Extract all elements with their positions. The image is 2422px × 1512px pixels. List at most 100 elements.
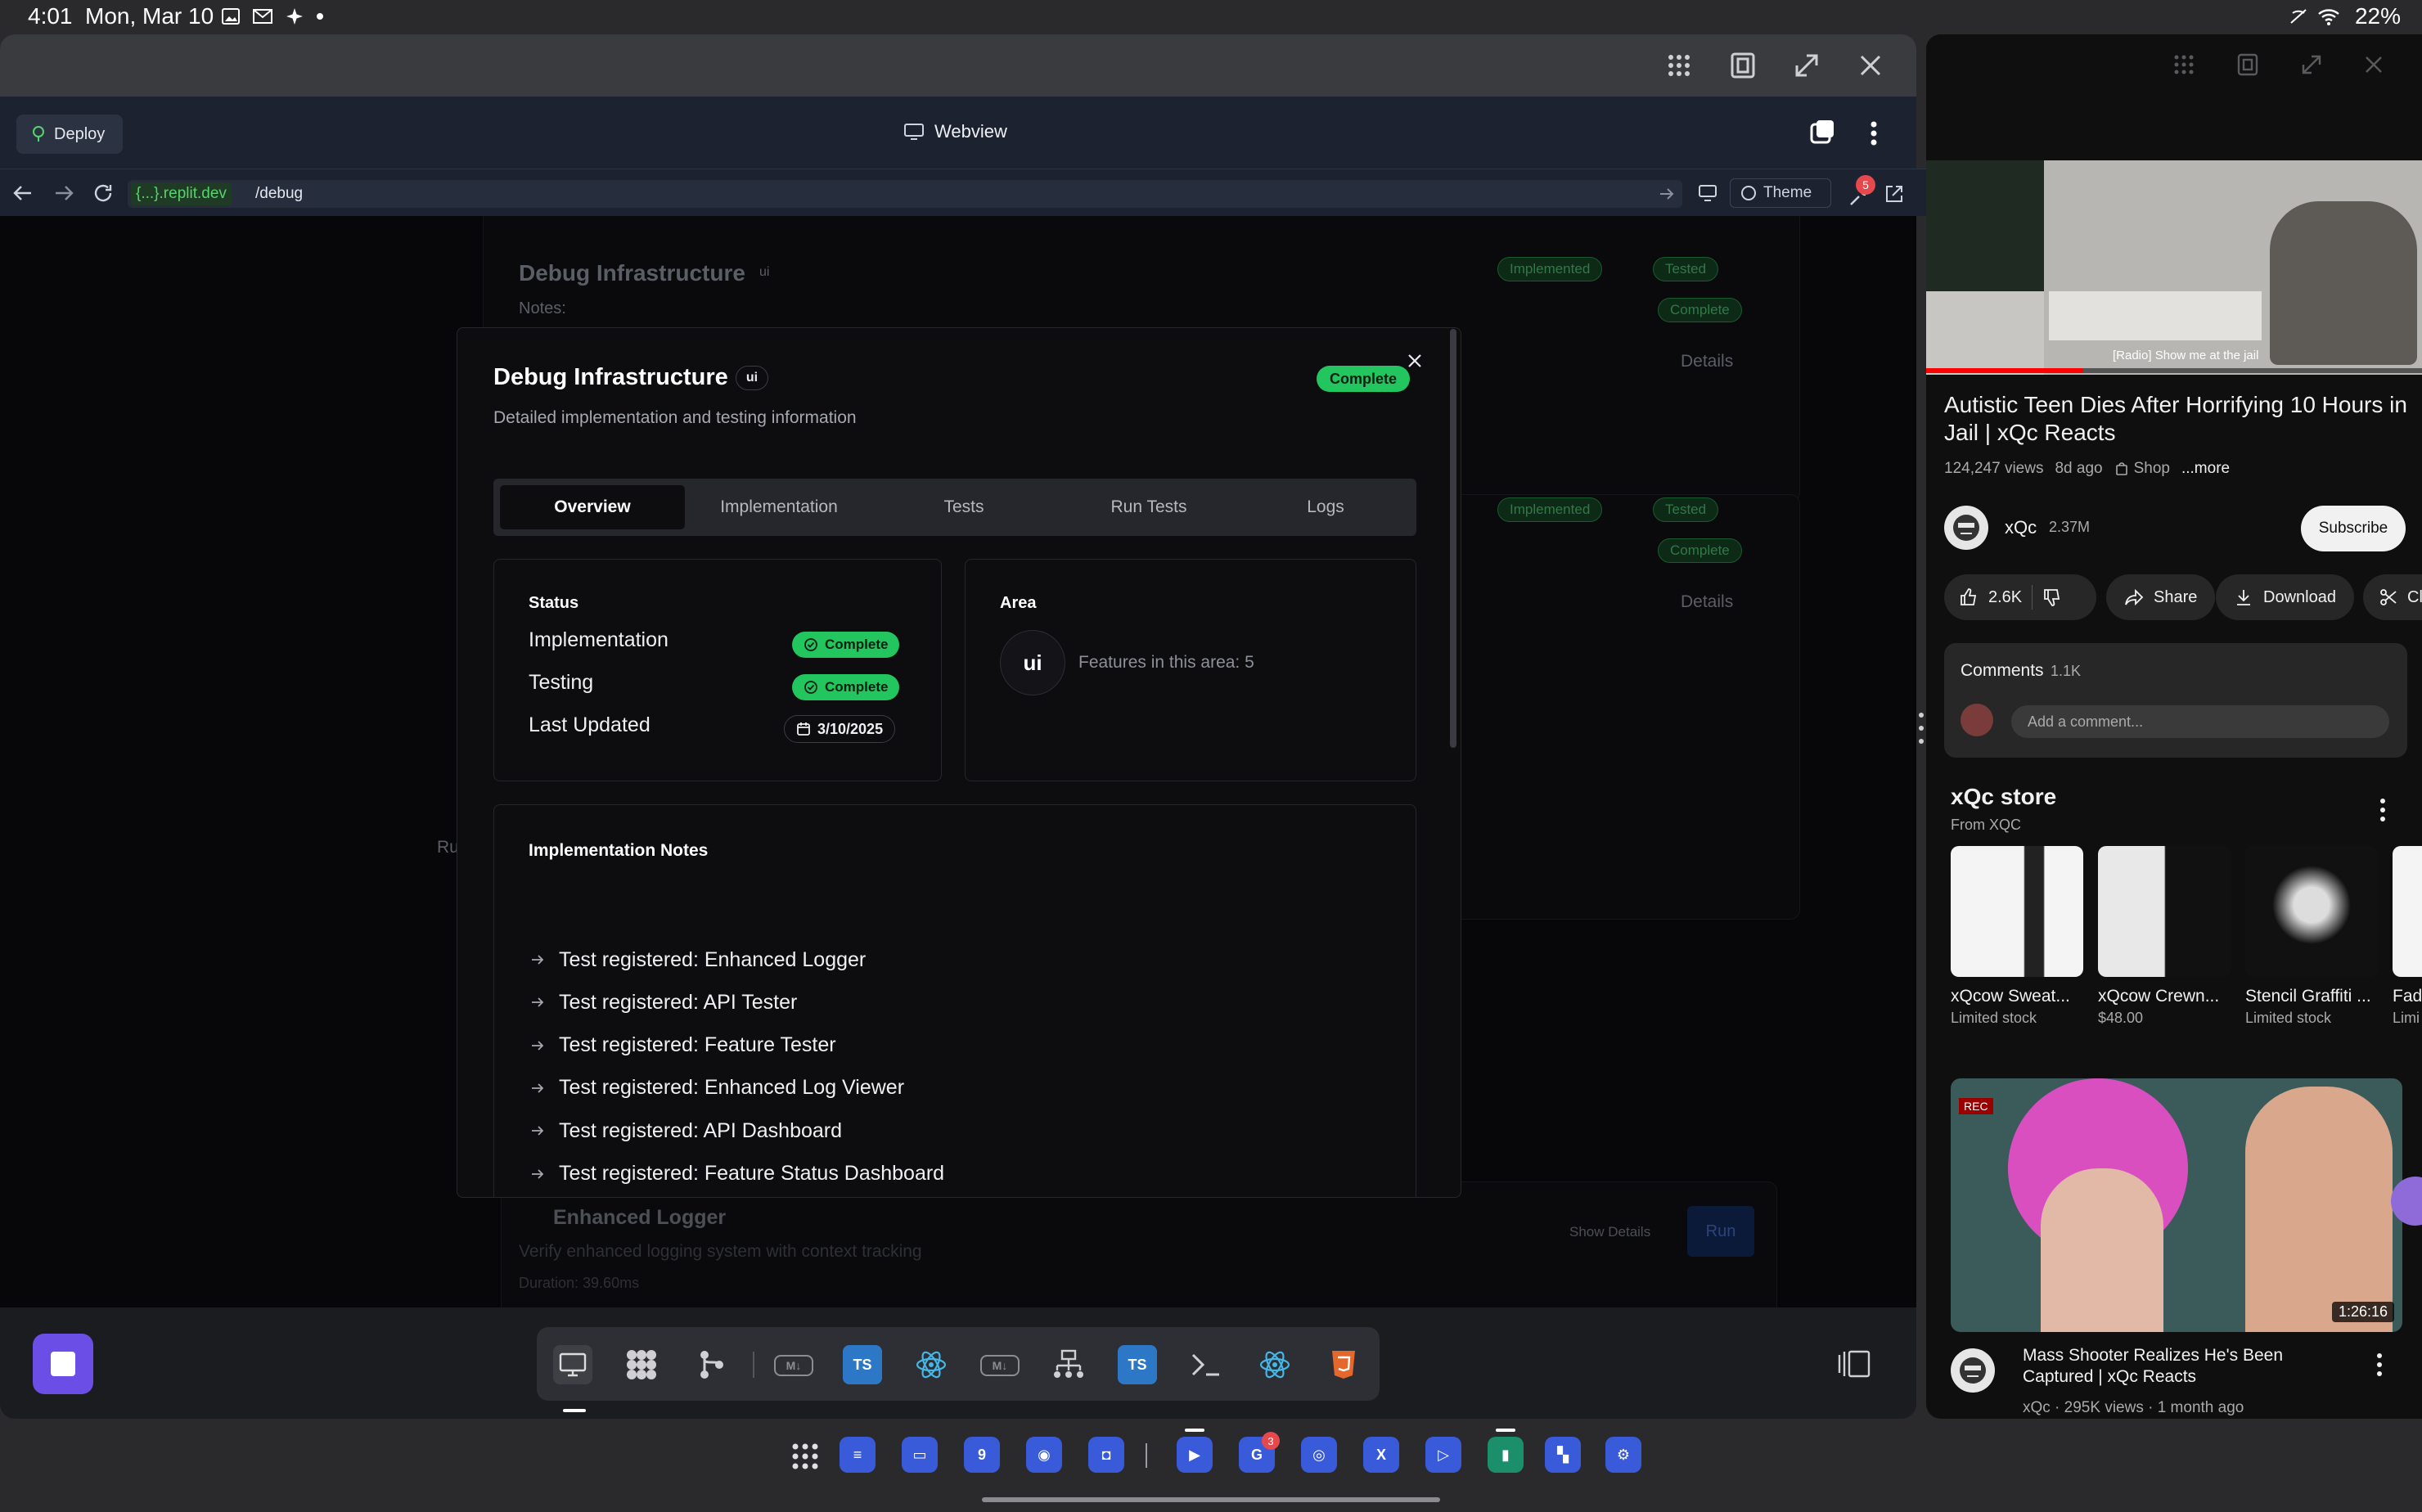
panel-toggle-icon[interactable] xyxy=(1836,1348,1872,1379)
stop-button[interactable] xyxy=(33,1334,93,1394)
git-tool-icon[interactable] xyxy=(692,1345,732,1384)
shell-tool-icon[interactable] xyxy=(1186,1345,1226,1384)
comment-input[interactable]: Add a comment... xyxy=(2011,705,2389,738)
apps-grid-icon-2[interactable] xyxy=(2172,52,2196,77)
tab-overview[interactable]: Overview xyxy=(500,485,685,529)
react-file-icon[interactable] xyxy=(912,1345,951,1384)
webview-tool-icon[interactable] xyxy=(553,1345,592,1384)
product-card[interactable]: Fad Limi xyxy=(2393,846,2422,1027)
run-button[interactable]: Run xyxy=(1687,1206,1754,1257)
react-file-icon-2[interactable] xyxy=(1255,1345,1294,1384)
app-drawer-icon[interactable] xyxy=(789,1440,822,1473)
notes-app-icon[interactable]: ≡ xyxy=(840,1437,876,1473)
subscribe-button[interactable]: Subscribe xyxy=(2301,506,2406,551)
product-card[interactable]: xQcow Crewn... $48.00 xyxy=(2098,846,2231,1027)
maximize-icon[interactable] xyxy=(1792,51,1821,80)
channel-avatar[interactable] xyxy=(1944,506,1988,550)
like-dislike-group[interactable]: 2.6K xyxy=(1944,574,2096,620)
devices-icon[interactable] xyxy=(1697,183,1718,203)
product-name: Fad xyxy=(2393,987,2422,1006)
typescript-file-icon[interactable]: TS xyxy=(843,1345,882,1384)
details-link[interactable]: Details xyxy=(1681,352,1733,371)
x-app-icon[interactable]: X xyxy=(1363,1437,1399,1473)
calendar-icon xyxy=(797,722,810,736)
go-arrow-icon[interactable] xyxy=(1658,185,1676,203)
area-heading: Area xyxy=(1000,594,1037,612)
comments-panel[interactable]: Comments 1.1K Add a comment... xyxy=(1944,643,2407,758)
tab-logs[interactable]: Logs xyxy=(1241,485,1410,529)
channel-name[interactable]: xQc xyxy=(2005,517,2037,538)
markdown-file-icon[interactable]: M↓ xyxy=(774,1355,813,1376)
split-view-icon[interactable] xyxy=(1728,51,1758,80)
shop-link[interactable]: Shop xyxy=(2114,460,2170,478)
apps-grid-icon[interactable] xyxy=(1664,51,1694,80)
tasks-app-icon[interactable]: ▚ xyxy=(1545,1437,1581,1473)
thumbs-up-icon[interactable] xyxy=(1959,587,1979,607)
typescript-file-icon-2[interactable]: TS xyxy=(1118,1345,1157,1384)
devtools-button[interactable]: 5 xyxy=(1844,175,1875,209)
next-video-thumbnail[interactable]: REC 1:26:16 xyxy=(1951,1078,2402,1332)
run-label: Run xyxy=(1705,1222,1736,1240)
deploy-button[interactable]: Deploy xyxy=(16,115,123,154)
settings-app-icon[interactable]: ⚙ xyxy=(1605,1437,1641,1473)
split-view-icon-2[interactable] xyxy=(2235,52,2260,77)
reload-icon[interactable] xyxy=(92,182,115,205)
feature-card-badge: ui xyxy=(759,265,770,279)
clip-button[interactable]: Cl xyxy=(2363,574,2422,620)
url-path[interactable]: /debug xyxy=(255,185,303,203)
markdown-file-icon-2[interactable]: M↓ xyxy=(980,1355,1020,1376)
tab-run-tests[interactable]: Run Tests xyxy=(1056,485,1241,529)
video-player[interactable]: [Radio] Show me at the jail xyxy=(1926,160,2422,375)
packages-tool-icon[interactable] xyxy=(622,1345,661,1384)
dialog-scrollbar[interactable] xyxy=(1450,329,1456,748)
files-app-icon[interactable]: ▭ xyxy=(902,1437,938,1473)
implemented-label-2: Implemented xyxy=(1510,502,1591,517)
details-link-2[interactable]: Details xyxy=(1681,592,1733,612)
comment-placeholder: Add a comment... xyxy=(2028,713,2144,730)
messages-app-icon[interactable]: ◉ xyxy=(1026,1437,1062,1473)
theme-button[interactable]: Theme xyxy=(1730,178,1831,208)
share-button[interactable]: Share xyxy=(2106,574,2216,620)
maximize-icon-2[interactable] xyxy=(2299,52,2324,77)
play-store-app-icon[interactable]: ▷ xyxy=(1425,1437,1461,1473)
product-card[interactable]: xQcow Sweat... Limited stock xyxy=(1951,846,2083,1027)
replit-app-icon[interactable]: ▮ xyxy=(1488,1437,1524,1473)
new-tab-icon[interactable] xyxy=(1808,118,1836,146)
workflow-tool-icon[interactable] xyxy=(1049,1345,1088,1384)
html-file-icon[interactable] xyxy=(1324,1345,1363,1384)
status-card: Status Implementation Complete Testing C… xyxy=(493,559,942,781)
chrome-app-icon[interactable]: ◎ xyxy=(1301,1437,1337,1473)
close-icon[interactable] xyxy=(1405,351,1425,371)
scissors-icon xyxy=(2380,589,2397,605)
tab-implementation[interactable]: Implementation xyxy=(687,485,871,529)
close-window-icon[interactable] xyxy=(1856,51,1885,80)
home-gesture-bar[interactable] xyxy=(982,1497,1440,1502)
url-host[interactable]: {...}.replit.dev xyxy=(131,182,232,205)
comments-count: 1.1K xyxy=(2051,663,2082,679)
camera-app-icon[interactable]: ◘ xyxy=(1088,1437,1124,1473)
next-channel-avatar[interactable] xyxy=(1951,1348,1995,1393)
forward-icon[interactable] xyxy=(52,183,75,203)
youtube-app-icon[interactable]: ▶ xyxy=(1177,1437,1213,1473)
wifi-icon xyxy=(2318,9,2339,25)
open-external-icon[interactable] xyxy=(1884,183,1905,205)
close-window-icon-2[interactable] xyxy=(2361,52,2386,77)
more-link[interactable]: ...more xyxy=(2181,460,2230,478)
thumbs-down-icon[interactable] xyxy=(2042,587,2062,607)
back-icon[interactable] xyxy=(11,183,34,203)
url-input[interactable] xyxy=(128,180,1682,208)
next-video-title[interactable]: Mass Shooter Realizes He's Been Captured… xyxy=(2023,1345,2350,1388)
test-description: Verify enhanced logging system with cont… xyxy=(519,1242,922,1261)
download-button[interactable]: Download xyxy=(2216,574,2354,620)
show-details-button[interactable]: Show Details xyxy=(1569,1224,1650,1240)
split-drag-handle[interactable] xyxy=(1916,710,1926,746)
running-indicator xyxy=(1185,1429,1204,1432)
next-video-menu-icon[interactable] xyxy=(2375,1352,2384,1378)
tab-tests[interactable]: Tests xyxy=(871,485,1056,529)
calendar-app-icon[interactable]: 9 xyxy=(964,1437,1000,1473)
note-text: Test registered: Enhanced Log Viewer xyxy=(559,1076,905,1100)
store-menu-icon[interactable] xyxy=(2378,797,2388,823)
more-options-icon[interactable] xyxy=(1866,119,1882,147)
product-card[interactable]: Stencil Graffiti ... Limited stock xyxy=(2245,846,2378,1027)
check-circle-icon xyxy=(804,681,817,694)
